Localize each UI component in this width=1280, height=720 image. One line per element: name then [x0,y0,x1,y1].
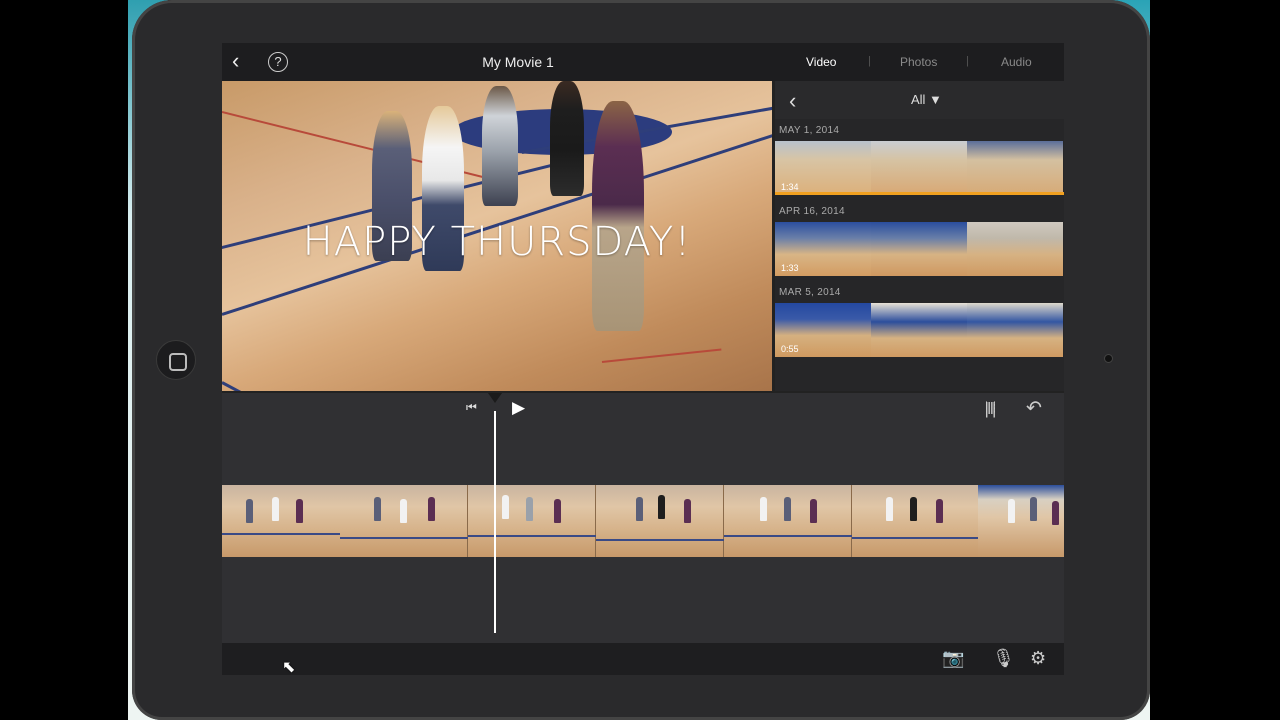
timeline-area[interactable]: ⏮ ▶ 𝄄|‖|𝄄 ↶ [222,393,1064,643]
imovie-screen: ‹ ? My Movie 1 Video | Photos | Audio HA… [222,43,1064,675]
help-icon[interactable]: ? [268,52,288,72]
tab-separator: | [868,55,871,67]
clip-thumbnail[interactable] [967,222,1063,276]
child-figure [760,497,767,521]
child-figure [784,497,791,521]
microphone-icon[interactable]: 🎙 [992,648,1015,669]
browser-back-chevron-icon[interactable]: ‹ [789,88,796,114]
clip-thumbnail[interactable] [871,141,967,195]
clip-thumbnail[interactable] [871,303,967,357]
album-filter-dropdown[interactable]: All ▼ [911,92,942,107]
child-figure [810,499,817,523]
child-figure [1030,497,1037,521]
child-figure [1052,501,1059,525]
play-icon[interactable]: ▶ [512,398,525,418]
child-figure [482,86,518,206]
child-figure [428,497,435,521]
tab-audio[interactable]: Audio [1001,55,1032,69]
court-line [468,535,596,537]
child-figure [910,497,917,521]
child-figure [296,499,303,523]
clip-thumbnail[interactable] [967,303,1063,357]
child-figure [636,497,643,521]
child-figure [246,499,253,523]
video-viewer[interactable]: HAPPY THURSDAY! [222,81,772,391]
clip-thumbnail[interactable] [871,222,967,276]
court-line [222,381,347,391]
child-figure [502,495,509,519]
child-figure [592,101,644,331]
clip-duration: 1:34 [781,182,799,192]
project-title: My Movie 1 [482,54,554,70]
clip-group-date: APR 16, 2014 [779,206,845,217]
back-chevron-icon[interactable]: ‹ [232,50,254,73]
clip-frame [724,485,852,557]
court-red-line [601,348,722,363]
child-figure [684,499,691,523]
playhead-line[interactable] [494,411,496,633]
clip-frame [222,485,350,557]
court-line [852,537,980,539]
gear-icon[interactable]: ⚙ [1030,648,1046,669]
media-browser-header: ‹ All ▼ [775,81,1064,119]
clip-frame [978,485,1064,557]
timeline-clip[interactable] [222,485,1064,557]
clip-frame [852,485,980,557]
child-figure [886,497,893,521]
court-line [222,533,350,535]
tab-photos[interactable]: Photos [900,55,937,69]
top-bar: ‹ ? My Movie 1 Video | Photos | Audio [222,43,1064,81]
child-figure [374,497,381,521]
child-figure [526,497,533,521]
child-figure [554,499,561,523]
clip-frame [468,485,596,557]
child-figure [400,499,407,523]
playhead-marker [488,393,502,403]
front-camera [1104,354,1113,363]
tab-separator: | [966,55,969,67]
clip-duration: 1:33 [781,263,799,273]
skip-to-start-icon[interactable]: ⏮ [466,400,477,415]
court-line [724,535,852,537]
clip-group-date: MAR 5, 2014 [779,287,841,298]
clip-frame [596,485,724,557]
child-figure [1008,499,1015,523]
child-figure [936,499,943,523]
clip-thumbnail-strip[interactable]: 1:34 [775,141,1064,195]
camera-icon[interactable]: 📷 [942,648,964,669]
title-overlay-text: HAPPY THURSDAY! [302,219,692,265]
media-browser: ‹ All ▼ MAY 1, 2014 1:34 APR 16, 2014 1:… [775,81,1064,391]
clip-thumbnail-strip[interactable]: 1:33 [775,222,1064,276]
audio-waveform-icon[interactable]: 𝄄|‖|𝄄 [986,399,995,419]
undo-icon[interactable]: ↶ [1026,397,1042,420]
clip-duration: 0:55 [781,344,799,354]
court-line [340,537,468,539]
child-figure [550,81,584,196]
clip-group-date: MAY 1, 2014 [779,125,840,136]
clip-frame [340,485,468,557]
screen-recording-frame: ‹ ? My Movie 1 Video | Photos | Audio HA… [0,0,1280,720]
home-button[interactable] [156,340,196,380]
mouse-cursor: ⬉ [282,659,296,675]
used-clip-indicator [775,192,1064,195]
tab-video[interactable]: Video [806,55,836,69]
child-figure [658,495,665,519]
clip-thumbnail[interactable] [967,141,1063,195]
child-figure [272,497,279,521]
court-line [596,539,724,541]
clip-thumbnail-strip[interactable]: 0:55 [775,303,1064,357]
bottom-toolbar: 📷 🎙 ⚙ [222,643,1064,675]
